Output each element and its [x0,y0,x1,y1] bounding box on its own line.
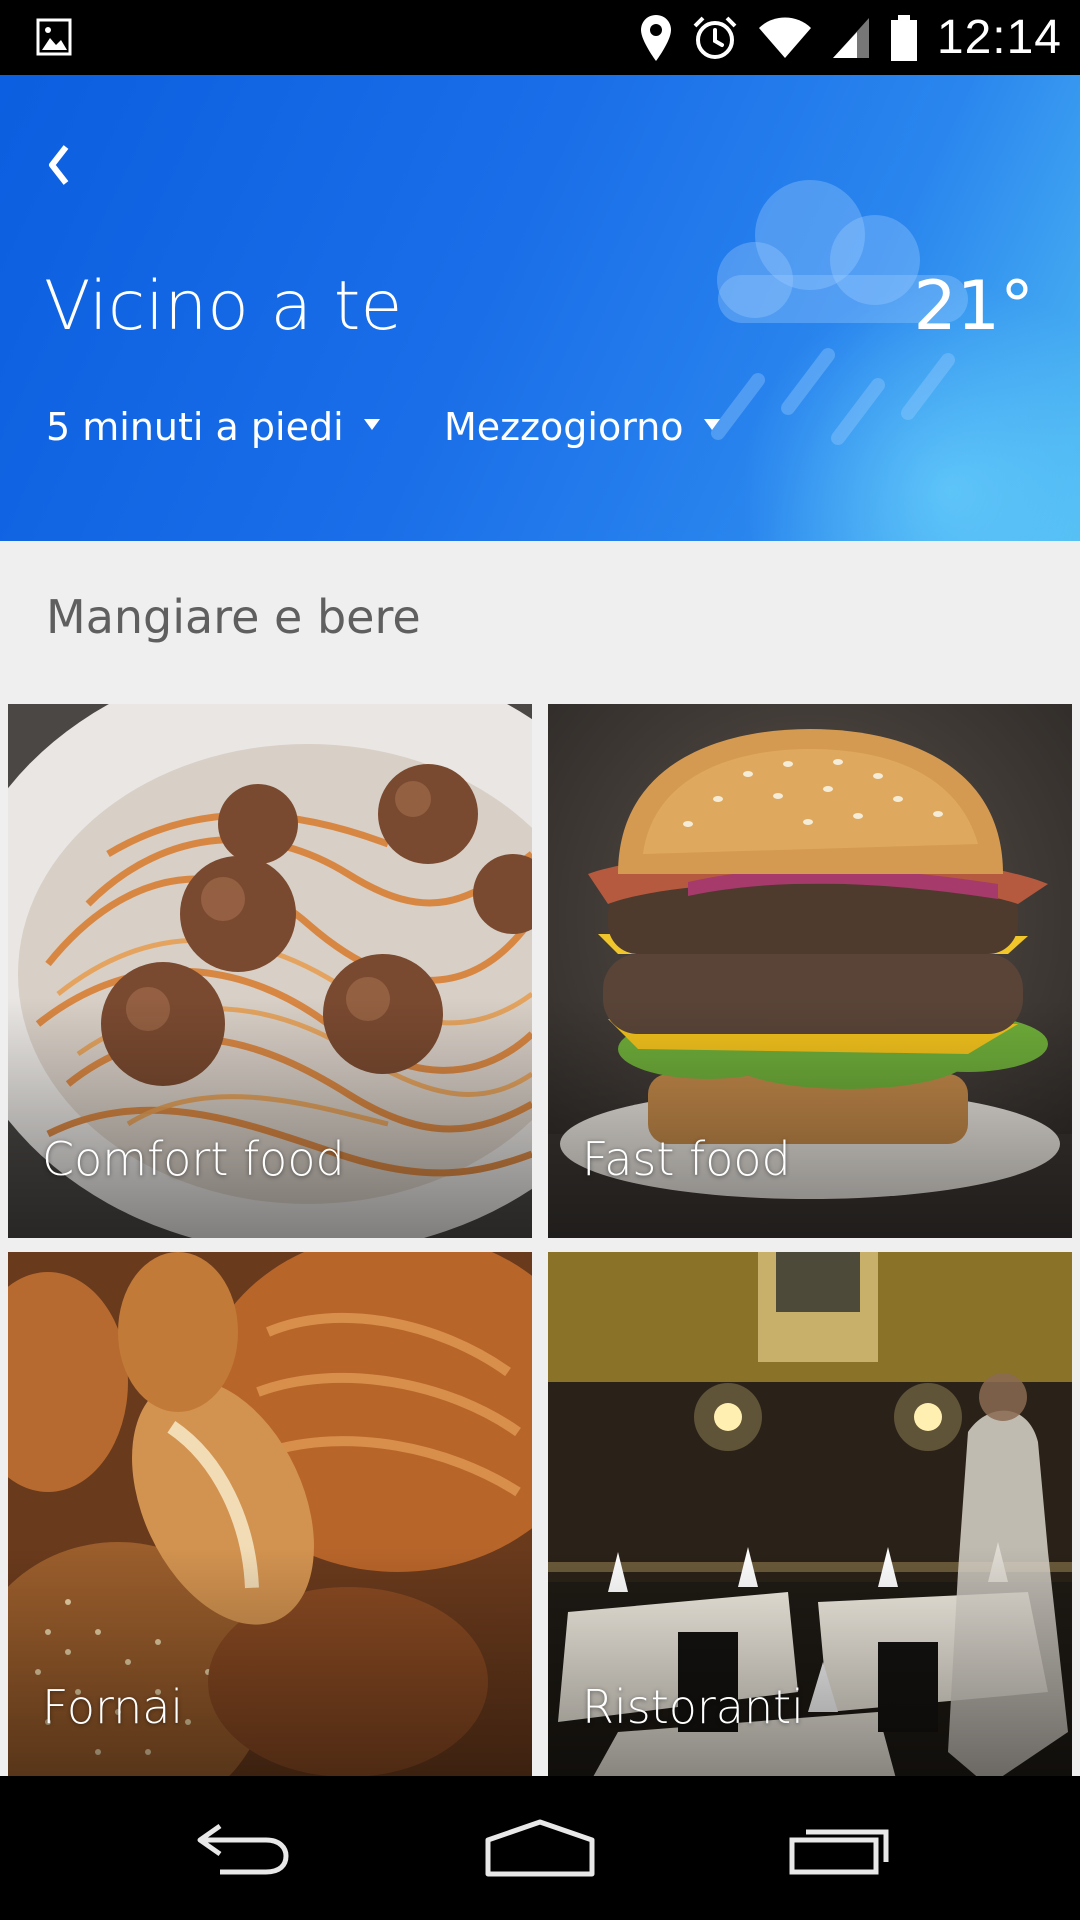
back-nav-icon [197,1823,289,1875]
status-bar: 12:14 [0,0,1080,75]
tile-shade [548,1545,1072,1786]
back-button[interactable] [34,135,84,195]
tile-restaurants[interactable]: Ristoranti [548,1252,1072,1786]
page-title: Vicino a te [44,267,403,346]
time-of-day-label: Mezzogiorno [444,405,684,449]
alarm-icon [693,16,737,59]
image-notification-icon [36,18,72,56]
status-icons: 12:14 [639,0,1062,75]
tile-shade [8,1545,532,1786]
recents-nav-icon [789,1829,889,1875]
cell-signal-icon [832,17,869,58]
home-nav-icon [485,1819,595,1877]
wifi-icon [758,17,811,58]
tile-comfort-food[interactable]: Comfort food [8,704,532,1238]
tile-shade [548,997,1072,1238]
dropdown-arrow-icon [363,418,380,430]
walk-distance-dropdown[interactable]: 5 minuti a piedi [46,405,380,449]
tile-bakeries[interactable]: Fornai [8,1252,532,1786]
header: Vicino a te 21° 5 minuti a piedi Mezzogi… [0,75,1080,541]
chevron-left-icon [49,145,69,185]
dropdown-arrow-icon [703,418,720,430]
nav-home-button[interactable] [460,1776,620,1920]
temperature: 21° [913,267,1034,346]
tile-label: Ristoranti [582,1680,804,1734]
status-time: 12:14 [936,11,1062,64]
tile-label: Fornai [42,1680,184,1734]
location-icon [640,14,671,61]
time-of-day-dropdown[interactable]: Mezzogiorno [444,405,720,449]
nav-recents-button[interactable] [760,1776,920,1920]
tile-label: Comfort food [42,1132,345,1186]
tile-label: Fast food [582,1132,791,1186]
tile-shade [8,997,532,1238]
nav-back-button[interactable] [160,1776,320,1920]
navigation-bar [0,1776,1080,1920]
walk-distance-label: 5 minuti a piedi [46,405,344,449]
battery-icon [890,14,917,61]
section-title: Mangiare e bere [46,590,421,644]
tile-fast-food[interactable]: Fast food [548,704,1072,1238]
